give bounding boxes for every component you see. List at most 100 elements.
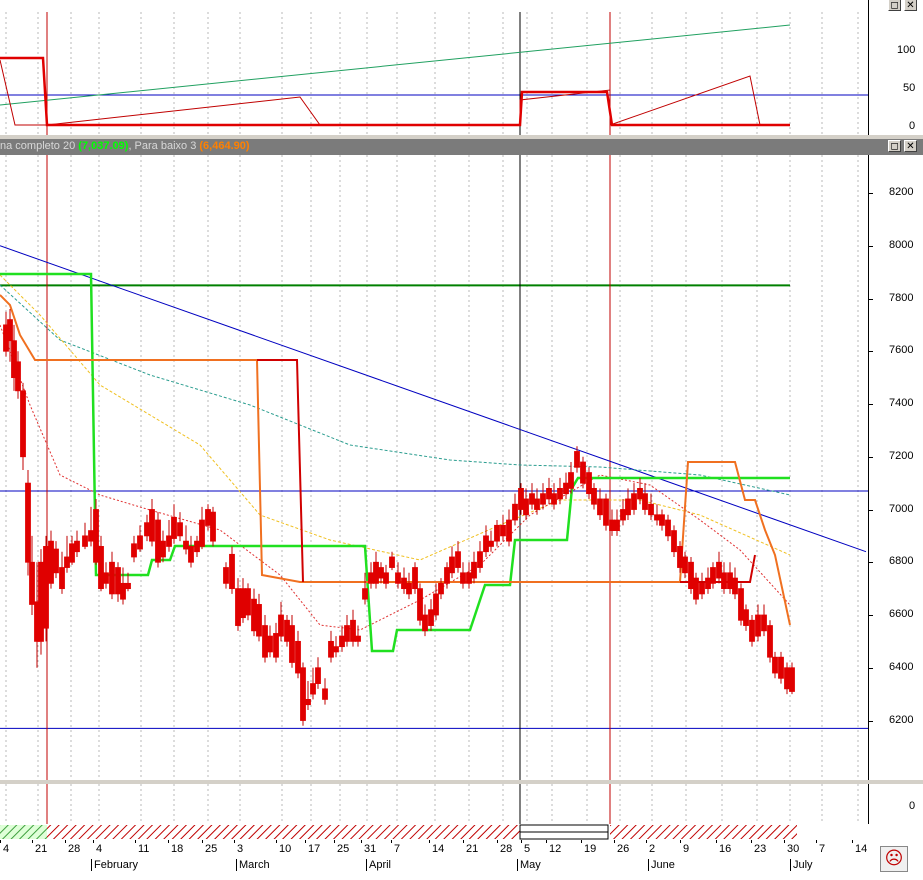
candle-body bbox=[305, 699, 311, 706]
candle-body bbox=[199, 519, 205, 547]
y-tick-label: 7200 bbox=[889, 449, 914, 462]
legend-sep: , Para baixo 3 bbox=[128, 140, 197, 152]
candle-body bbox=[339, 635, 345, 648]
x-day-tick-mark bbox=[852, 840, 853, 843]
x-day-tick: 28 bbox=[68, 843, 81, 855]
candle-body bbox=[417, 588, 423, 621]
x-day-tick-mark bbox=[305, 840, 306, 843]
candle-body bbox=[383, 572, 389, 584]
candles bbox=[3, 309, 795, 726]
candle-body bbox=[659, 514, 665, 526]
candle-body bbox=[625, 498, 631, 516]
candle-body bbox=[428, 609, 434, 626]
x-day-tick: 12 bbox=[549, 843, 562, 855]
face-icon[interactable]: ☹ bbox=[880, 846, 908, 872]
x-day-tick-mark bbox=[716, 840, 717, 843]
candle-body bbox=[523, 498, 529, 516]
top-maximize-icon[interactable]: ◻ bbox=[888, 0, 901, 11]
x-day-tick: 25 bbox=[337, 843, 350, 855]
candle-body bbox=[160, 540, 166, 558]
y-tick-mark bbox=[869, 404, 873, 405]
candle-body bbox=[483, 535, 489, 553]
x-day-tick-mark bbox=[135, 840, 136, 843]
candle-body bbox=[25, 482, 31, 563]
candle-body bbox=[568, 472, 574, 489]
top-close-icon[interactable]: ✕ bbox=[904, 0, 917, 11]
period-strip bbox=[0, 824, 923, 840]
candle-body bbox=[665, 519, 671, 537]
candle-body bbox=[98, 546, 104, 590]
candle-body bbox=[677, 546, 683, 568]
top-indicator-chart bbox=[0, 0, 868, 135]
candle-body bbox=[229, 553, 235, 590]
candle-body bbox=[637, 487, 643, 500]
x-day-tick: 16 bbox=[719, 843, 732, 855]
candle-body bbox=[109, 561, 115, 595]
candle-body bbox=[267, 635, 273, 653]
x-day-tick-mark bbox=[546, 840, 547, 843]
x-day-tick: 18 bbox=[171, 843, 184, 855]
legend-prefix: na completo 20 bbox=[0, 140, 76, 152]
x-month-label: June bbox=[648, 859, 675, 871]
x-day-tick: 14 bbox=[432, 843, 445, 855]
candle-body bbox=[401, 577, 407, 590]
y-tick-mark bbox=[869, 562, 873, 564]
x-day-tick-mark bbox=[0, 840, 1, 843]
x-day-tick: 21 bbox=[466, 843, 479, 855]
x-day-tick: 21 bbox=[35, 843, 48, 855]
candle-body bbox=[699, 582, 705, 595]
candle-body bbox=[88, 530, 94, 542]
x-day-tick-mark bbox=[391, 840, 392, 843]
candle-body bbox=[460, 572, 466, 584]
price-chart bbox=[0, 155, 868, 780]
candle-body bbox=[284, 619, 290, 642]
candle-body bbox=[500, 524, 506, 537]
candle-body bbox=[512, 503, 518, 521]
candle-body bbox=[438, 582, 444, 595]
x-day-tick-mark bbox=[784, 840, 785, 843]
candle-body bbox=[368, 572, 374, 584]
y-tick-label: 6800 bbox=[889, 555, 914, 568]
y-tick-mark bbox=[869, 509, 873, 511]
ma-mid-line bbox=[0, 274, 791, 561]
candle-body bbox=[557, 487, 563, 500]
candle-body bbox=[328, 640, 334, 658]
x-day-tick-mark bbox=[276, 840, 277, 843]
candle-body bbox=[15, 361, 21, 392]
candle-body bbox=[93, 509, 99, 563]
candle-body bbox=[273, 633, 279, 658]
x-day-tick: 14 bbox=[855, 843, 868, 855]
x-day-tick-mark bbox=[202, 840, 203, 843]
bottom-y-axis: 0 bbox=[868, 784, 923, 824]
main-close-icon[interactable]: ✕ bbox=[904, 140, 917, 152]
candle-body bbox=[506, 519, 512, 542]
candle-body bbox=[137, 535, 143, 550]
candle-body bbox=[262, 625, 268, 658]
main-maximize-icon[interactable]: ◻ bbox=[888, 140, 901, 152]
candle-body bbox=[688, 561, 694, 590]
x-axis: 4 21 28 4 11 18 25 3 10 17 25 31 7 14 21 28 5 12 19 26 2 9 16 2… bbox=[0, 840, 923, 880]
candle-body bbox=[727, 572, 733, 590]
main-title-bar: na completo 20 (7,037.09), Para baixo 3 … bbox=[0, 139, 923, 155]
x-day-tick-mark bbox=[429, 840, 430, 843]
candle-body bbox=[477, 551, 483, 568]
x-day-tick-mark bbox=[751, 840, 752, 843]
grid bbox=[5, 155, 859, 780]
x-day-tick: 11 bbox=[138, 843, 150, 855]
candle-body bbox=[455, 551, 461, 568]
y-tick-mark bbox=[869, 351, 873, 353]
candle-body bbox=[300, 667, 306, 721]
candle-body bbox=[620, 509, 626, 521]
x-day-tick: 26 bbox=[617, 843, 630, 855]
candle-body bbox=[344, 625, 350, 642]
x-day-tick-mark bbox=[168, 840, 169, 843]
candle-body bbox=[155, 519, 161, 563]
x-day-tick-mark bbox=[234, 840, 235, 843]
y-tick-mark bbox=[869, 667, 873, 669]
x-day-tick: 19 bbox=[584, 843, 597, 855]
x-month-label: July bbox=[790, 859, 813, 871]
candle-body bbox=[166, 535, 172, 547]
red-stop-segment bbox=[257, 359, 304, 583]
x-day-tick-mark bbox=[646, 840, 647, 843]
y-tick-mark bbox=[869, 245, 873, 247]
